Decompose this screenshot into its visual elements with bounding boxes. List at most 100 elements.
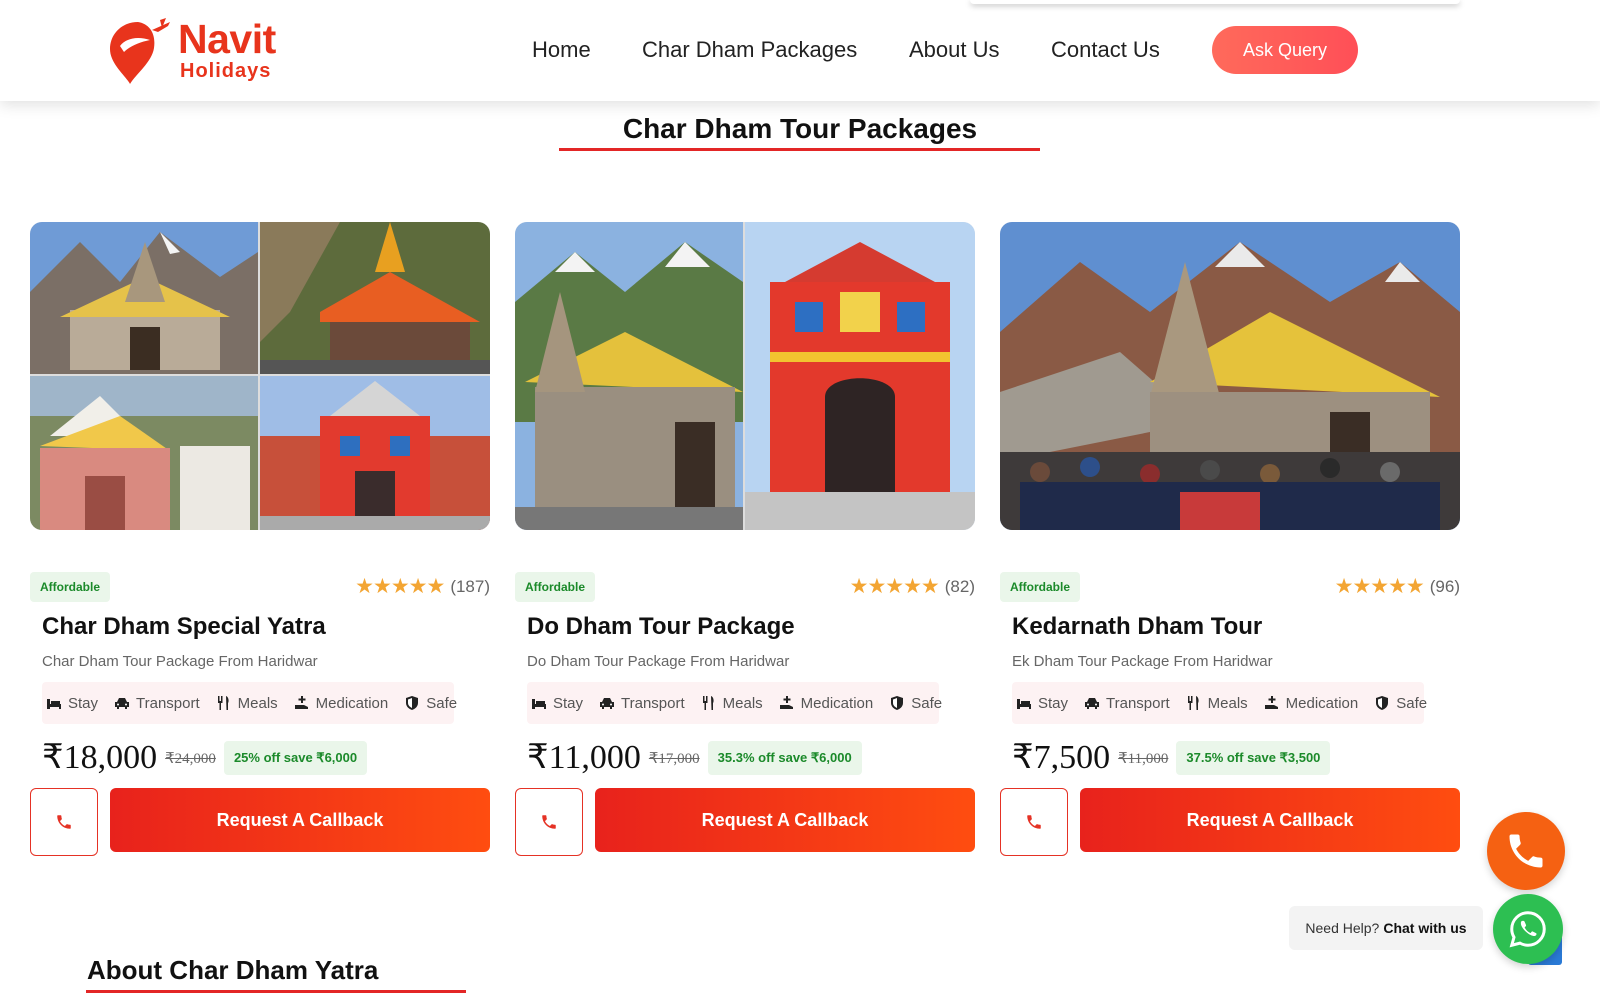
amenity-safe: Safe [404,695,457,712]
amenity-label: Safe [911,694,943,712]
package-subtitle: Char Dham Tour Package From Haridwar [42,653,318,670]
phone-icon [542,815,556,829]
brand-tagline: Holidays [180,60,272,82]
nav-contact-us[interactable]: Contact Us [1051,36,1160,64]
package-card: Affordable ★★★★★ (82) Do Dham Tour Packa… [515,222,975,862]
star-rating-icon: ★★★★★ [1334,575,1425,598]
fork-knife-icon [701,695,717,711]
price: ₹18,000 [42,739,158,776]
price-row: ₹11,000 ₹17,000 35.3% off save ₹6,000 [527,738,862,778]
amenity-medication: Medication [1264,695,1358,712]
affordable-badge: Affordable [30,572,110,602]
request-callback-button[interactable]: Request A Callback [110,788,490,852]
request-callback-button[interactable]: Request A Callback [1080,788,1460,852]
brand-logo[interactable]: Navit Holidays [108,14,288,86]
medical-hand-icon [1264,695,1280,711]
rating-count: (82) [944,577,975,596]
amenity-label: Stay [1038,694,1069,712]
old-price: ₹11,000 [1118,750,1169,767]
section-title: Char Dham Tour Packages [622,113,978,144]
discount-badge: 25% off save ₹6,000 [223,741,368,775]
amenity-label: Medication [315,694,389,712]
shield-icon [1374,695,1390,711]
amenity-safe: Safe [1374,695,1427,712]
gangotri-photo [30,376,258,530]
phone-icon [1509,834,1543,868]
request-callback-button[interactable]: Request A Callback [595,788,975,852]
call-button[interactable] [30,788,98,856]
package-card: Affordable ★★★★★ (187) Char Dham Special… [30,222,490,862]
nav-about-us[interactable]: About Us [909,36,1000,64]
amenity-meals: Meals [216,695,278,712]
amenity-medication: Medication [779,694,874,712]
package-title[interactable]: Kedarnath Dham Tour [1012,612,1262,642]
section-title-underline [559,148,1040,151]
package-title[interactable]: Do Dham Tour Package [527,612,795,642]
call-button[interactable] [515,788,583,856]
chat-with-us-label: Chat with us [1383,920,1467,936]
amenities-bar: Stay Transport Meals Medication Safe [42,682,457,724]
price: ₹7,500 [1012,739,1111,776]
bed-icon [531,695,547,711]
rating: ★★★★★ (96) [1335,574,1460,600]
amenity-label: Safe [1396,694,1428,712]
bed-icon [1016,695,1032,711]
amenity-stay: Stay [1016,695,1068,712]
amenity-transport: Transport [114,695,200,712]
ask-query-button[interactable]: Ask Query [1212,26,1358,74]
star-rating-icon: ★★★★★ [849,575,940,598]
package-title[interactable]: Char Dham Special Yatra [42,612,326,642]
rating-count: (96) [1429,577,1460,596]
need-help-label: Need Help? [1305,920,1380,936]
amenity-label: Safe [426,694,458,712]
amenity-transport: Transport [1084,695,1170,712]
fork-knife-icon [1186,695,1202,711]
rating: ★★★★★ (187) [355,574,490,600]
amenity-meals: Meals [1186,695,1248,712]
price-row: ₹7,500 ₹11,000 37.5% off save ₹3,500 [1012,738,1331,778]
amenity-label: Medication [800,694,874,712]
medical-hand-icon [294,695,310,711]
kedarnath-crowd-photo [1000,222,1460,530]
old-price: ₹24,000 [165,750,216,767]
affordable-badge: Affordable [515,572,595,602]
bed-icon [46,695,62,711]
amenity-label: Meals [237,694,278,712]
amenity-label: Transport [621,694,685,712]
package-image-collage[interactable] [30,222,490,530]
nav-home[interactable]: Home [532,36,591,64]
phone-icon [57,815,71,829]
whatsapp-button[interactable] [1493,894,1563,964]
floating-call-button[interactable] [1487,812,1565,890]
car-icon [599,695,615,711]
amenity-stay: Stay [531,695,583,712]
fork-knife-icon [216,695,232,711]
amenity-label: Stay [553,694,584,712]
affordable-badge: Affordable [1000,572,1080,602]
medical-hand-icon [779,695,795,711]
amenity-label: Transport [136,694,200,712]
amenity-transport: Transport [599,695,685,712]
amenity-label: Stay [68,694,99,712]
car-icon [114,695,130,711]
discount-badge: 37.5% off save ₹3,500 [1176,741,1331,775]
package-image[interactable] [1000,222,1460,530]
brand-name: Navit [178,16,276,62]
package-subtitle: Ek Dham Tour Package From Haridwar [1012,653,1273,670]
package-image-collage[interactable] [515,222,975,530]
logo-pin-icon [110,18,170,84]
badrinath-photo [745,222,975,530]
whatsapp-icon [1509,911,1546,948]
call-button[interactable] [1000,788,1068,856]
need-help-bubble[interactable]: Need Help? Chat with us [1289,906,1483,950]
header-dropdown-shadow [970,0,1460,4]
kedarnath-photo [515,222,743,530]
old-price: ₹17,000 [648,750,700,767]
yamunotri-photo [260,222,490,374]
package-subtitle: Do Dham Tour Package From Haridwar [527,653,790,670]
nav-char-dham-packages[interactable]: Char Dham Packages [642,36,857,64]
badrinath-photo [260,376,490,530]
rating: ★★★★★ (82) [850,574,975,600]
phone-icon [1027,815,1041,829]
kedarnath-photo [30,222,258,374]
